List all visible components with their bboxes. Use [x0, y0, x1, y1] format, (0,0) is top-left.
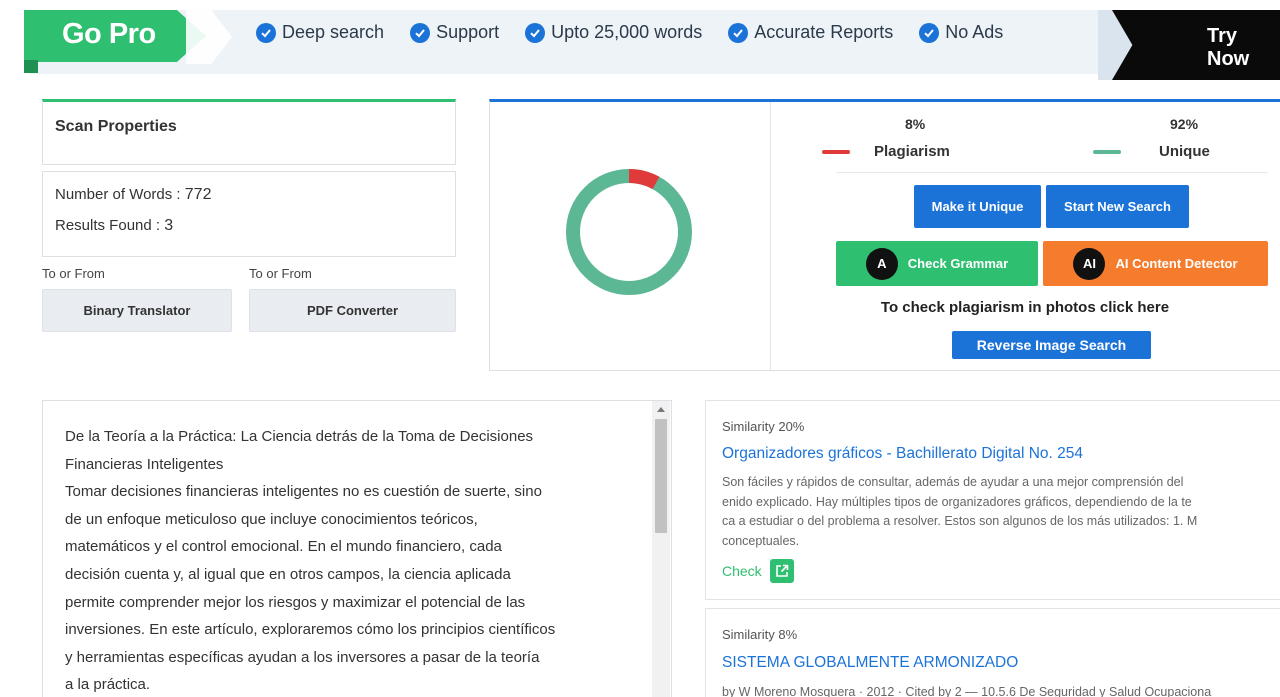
promo-banner: Go Pro Deep search Support Upto 25,000 w…	[0, 0, 1280, 80]
check-label[interactable]: Check	[722, 563, 762, 579]
start-new-search-button[interactable]: Start New Search	[1046, 185, 1189, 228]
word-count-row: Number of Words : 772	[55, 186, 211, 204]
plagiarism-legend-label: Plagiarism	[874, 143, 950, 160]
ai-icon: AI	[1073, 247, 1106, 280]
editor-line[interactable]: decisión cuenta y, al igual que en otros…	[65, 561, 637, 589]
results-found-label: Results Found :	[55, 217, 165, 234]
plagiarism-percent: 8%	[905, 116, 926, 132]
editor-line[interactable]: a la práctica.	[65, 671, 637, 697]
grammar-icon: A	[865, 247, 898, 280]
word-count-value: 772	[184, 186, 212, 203]
similarity-label: Similarity 20%	[722, 419, 805, 434]
feature-deep-search: Deep search	[256, 22, 384, 43]
scan-properties-title: Scan Properties	[55, 118, 177, 135]
scrollbar-thumb[interactable]	[655, 419, 667, 533]
feature-label: No Ads	[945, 22, 1004, 42]
snippet-line: conceptuales.	[722, 533, 800, 548]
binary-translator-button[interactable]: Binary Translator	[42, 289, 232, 332]
editor-line[interactable]: Tomar decisiones financieras inteligente…	[65, 478, 637, 506]
go-pro-ribbon-fold	[24, 60, 38, 73]
editor-line[interactable]: inversiones. En este artículo, explorare…	[65, 616, 637, 644]
tool-caption: To or From	[249, 266, 312, 281]
editor-line[interactable]: Financieras Inteligentes	[65, 451, 637, 479]
source-result-1: Similarity 20% Organizadores gráficos - …	[705, 400, 1280, 600]
scan-properties-header: Scan Properties	[42, 99, 456, 165]
feature-accurate-reports: Accurate Reports	[728, 22, 893, 43]
external-link-icon[interactable]	[769, 559, 794, 583]
result-divider	[770, 102, 771, 371]
results-found-row: Results Found : 3	[55, 217, 173, 235]
feature-no-ads: No Ads	[919, 22, 1003, 43]
go-pro-label[interactable]: Go Pro	[62, 18, 156, 51]
source-title-link[interactable]: Organizadores gráficos - Bachillerato Di…	[722, 445, 1083, 463]
ai-content-detector-label: AI Content Detector	[1115, 256, 1238, 271]
plagiarism-legend-swatch	[822, 150, 850, 154]
editor-line[interactable]: matemáticos y el control emocional. En e…	[65, 533, 637, 561]
scan-stats-box: Number of Words : 772 Results Found : 3	[42, 171, 456, 257]
editor-line[interactable]: De la Teoría a la Práctica: La Ciencia d…	[65, 423, 637, 451]
source-result-2: Similarity 8% SISTEMA GLOBALMENTE ARMONI…	[705, 608, 1280, 697]
feature-support: Support	[410, 22, 499, 43]
unique-legend-label: Unique	[1159, 143, 1210, 160]
snippet-line: Son fáciles y rápidos de consultar, adem…	[722, 475, 1184, 489]
feature-label: Deep search	[282, 22, 385, 42]
check-source-button[interactable]: Check	[722, 559, 794, 583]
check-grammar-label: Check Grammar	[907, 256, 1009, 271]
source-snippet: Son fáciles y rápidos de consultar, adem…	[722, 473, 1280, 551]
tool-caption: To or From	[42, 266, 105, 281]
feature-label: Support	[436, 22, 500, 42]
snippet-line: ca a estudiar o del problema a resolver.…	[722, 514, 1198, 528]
unique-legend-swatch	[1093, 150, 1121, 154]
feature-word-limit: Upto 25,000 words	[525, 22, 702, 43]
scroll-up-arrow-icon[interactable]	[652, 403, 670, 415]
editor-line[interactable]: permite comprender mejor los riesgos y m…	[65, 589, 637, 617]
check-circle-icon	[256, 22, 276, 43]
source-title-link[interactable]: SISTEMA GLOBALMENTE ARMONIZADO	[722, 654, 1018, 672]
snippet-line: enido explicado. Hay múltiples tipos de …	[722, 494, 1192, 509]
editor-scrollbar[interactable]	[652, 401, 670, 697]
feature-list: Deep search Support Upto 25,000 words Ac…	[256, 22, 1029, 43]
feature-label: Upto 25,000 words	[551, 22, 703, 42]
donut-unique-segment	[566, 169, 692, 295]
similarity-label: Similarity 8%	[722, 627, 798, 642]
ai-content-detector-button[interactable]: AI AI Content Detector	[1043, 241, 1268, 286]
check-circle-icon	[728, 22, 749, 43]
try-now-label[interactable]: Try Now	[1207, 25, 1280, 71]
results-found-value: 3	[164, 217, 174, 234]
feature-label: Accurate Reports	[754, 22, 894, 42]
text-editor[interactable]: De la Teoría a la Práctica: La Ciencia d…	[42, 400, 672, 697]
editor-line[interactable]: y herramientas específicas ayudan a los …	[65, 644, 637, 672]
check-grammar-button[interactable]: A Check Grammar	[836, 241, 1038, 286]
editor-line[interactable]: de un enfoque meticuloso que incluye con…	[65, 506, 637, 534]
editor-content[interactable]: De la Teoría a la Práctica: La Ciencia d…	[65, 423, 637, 697]
unique-percent: 92%	[1170, 116, 1199, 132]
source-byline: by W Moreno Mosquera · 2012 · Cited by 2…	[722, 685, 1212, 697]
reverse-image-search-button[interactable]: Reverse Image Search	[952, 331, 1151, 359]
make-unique-button[interactable]: Make it Unique	[914, 185, 1041, 228]
check-circle-icon	[525, 22, 546, 43]
check-circle-icon	[919, 22, 940, 43]
plagiarism-donut-chart	[566, 169, 692, 295]
word-count-label: Number of Words :	[55, 186, 185, 203]
check-circle-icon	[410, 22, 431, 43]
pdf-converter-button[interactable]: PDF Converter	[249, 289, 456, 332]
legend-separator	[836, 172, 1268, 173]
photo-plagiarism-hint: To check plagiarism in photos click here	[880, 299, 1170, 316]
